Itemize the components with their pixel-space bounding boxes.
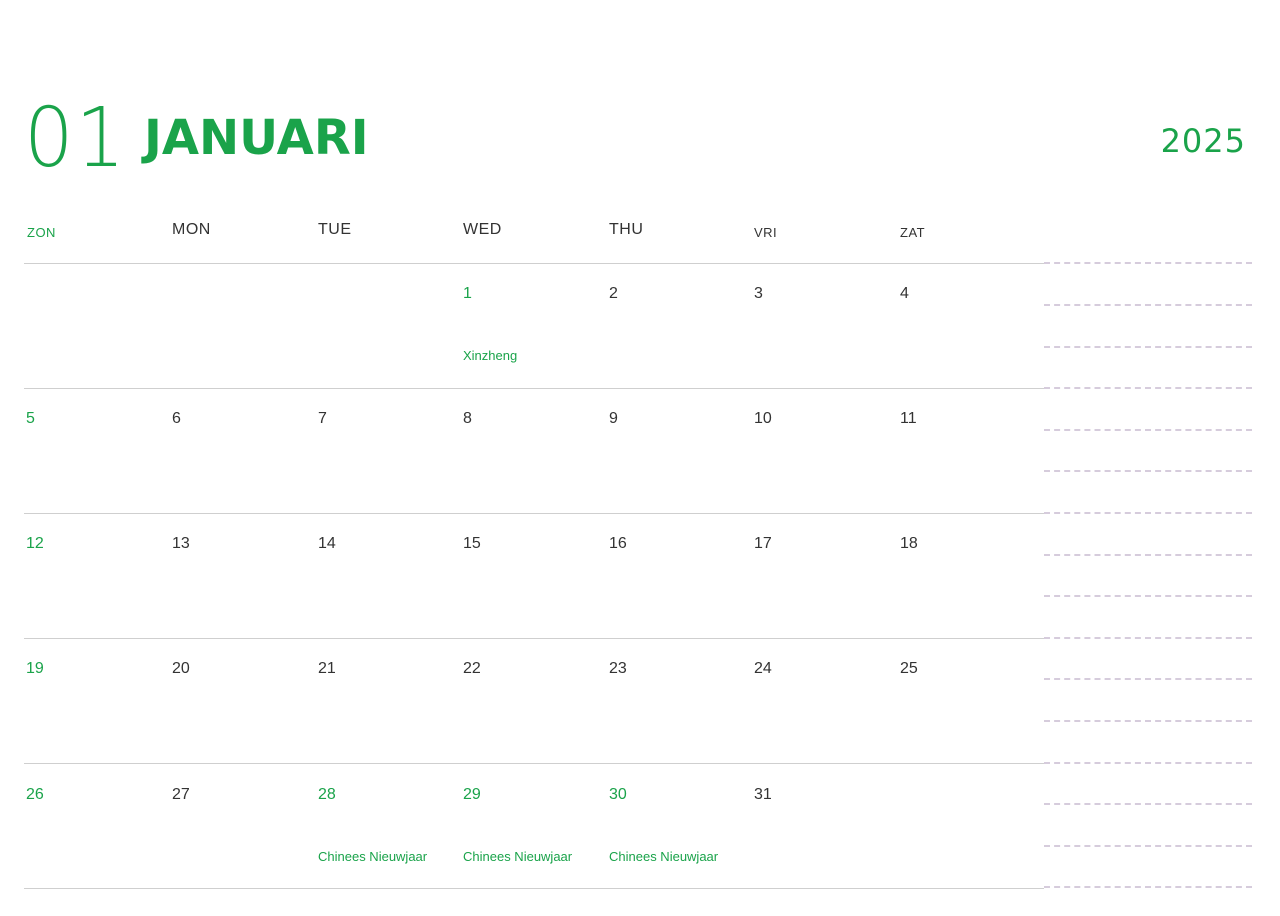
weekday-wed: WED [463, 221, 502, 238]
day-cell: 19 [26, 660, 44, 677]
notes-line [1044, 595, 1252, 597]
notes-line [1044, 554, 1252, 556]
weekday-thu: THU [609, 221, 644, 238]
day-cell: 22 [463, 660, 481, 677]
day-cell: 18 [900, 535, 918, 552]
day-cell: 29 [463, 786, 481, 803]
day-cell: 12 [26, 535, 44, 552]
notes-line [1044, 346, 1252, 348]
week-divider [24, 888, 1044, 889]
notes-line [1044, 886, 1252, 888]
notes-line [1044, 637, 1252, 639]
day-cell: 8 [463, 410, 472, 427]
notes-line [1044, 429, 1252, 431]
day-cell: 24 [754, 660, 772, 677]
week-divider [24, 638, 1044, 639]
day-cell: 7 [318, 410, 327, 427]
day-cell: 1 [463, 285, 472, 302]
day-cell: 27 [172, 786, 190, 803]
day-cell: 6 [172, 410, 181, 427]
day-cell: 11 [900, 410, 917, 427]
day-cell: 4 [900, 285, 909, 302]
week-divider [24, 513, 1044, 514]
day-cell: 23 [609, 660, 627, 677]
notes-line [1044, 678, 1252, 680]
day-cell: 31 [754, 786, 772, 803]
day-cell: 2 [609, 285, 618, 302]
day-cell: 15 [463, 535, 481, 552]
day-cell: 26 [26, 786, 44, 803]
week-divider [24, 263, 1044, 264]
day-cell: 10 [754, 410, 772, 427]
notes-line [1044, 512, 1252, 514]
day-cell: 30 [609, 786, 627, 803]
day-cell: 17 [754, 535, 772, 552]
event-label: Xinzheng [463, 348, 518, 363]
notes-line [1044, 845, 1252, 847]
notes-line [1044, 262, 1252, 264]
weekday-fri: VRI [754, 225, 778, 240]
month-number: 01 [24, 91, 127, 186]
notes-line [1044, 720, 1252, 722]
notes-line [1044, 803, 1252, 805]
year: 2025 [1160, 122, 1246, 160]
week-divider [24, 388, 1044, 389]
notes-line [1044, 304, 1252, 306]
notes-line [1044, 387, 1252, 389]
weekday-sat: ZAT [900, 225, 926, 240]
day-cell: 21 [318, 660, 336, 677]
day-cell: 28 [318, 786, 336, 803]
weekday-sun: ZON [27, 225, 56, 240]
day-cell: 13 [172, 535, 190, 552]
month-name: JANUARI [144, 110, 369, 166]
event-label: Chinees Nieuwjaar [609, 849, 719, 864]
weekday-tue: TUE [318, 221, 352, 238]
day-cell: 9 [609, 410, 618, 427]
day-cell: 5 [26, 410, 35, 427]
notes-line [1044, 762, 1252, 764]
day-cell: 3 [754, 285, 763, 302]
day-cell: 14 [318, 535, 336, 552]
event-label: Chinees Nieuwjaar [318, 849, 428, 864]
weekday-mon: MON [172, 221, 211, 238]
week-divider [24, 763, 1044, 764]
notes-line [1044, 470, 1252, 472]
day-cell: 20 [172, 660, 190, 677]
event-label: Chinees Nieuwjaar [463, 849, 573, 864]
day-cell: 25 [900, 660, 918, 677]
day-cell: 16 [609, 535, 627, 552]
